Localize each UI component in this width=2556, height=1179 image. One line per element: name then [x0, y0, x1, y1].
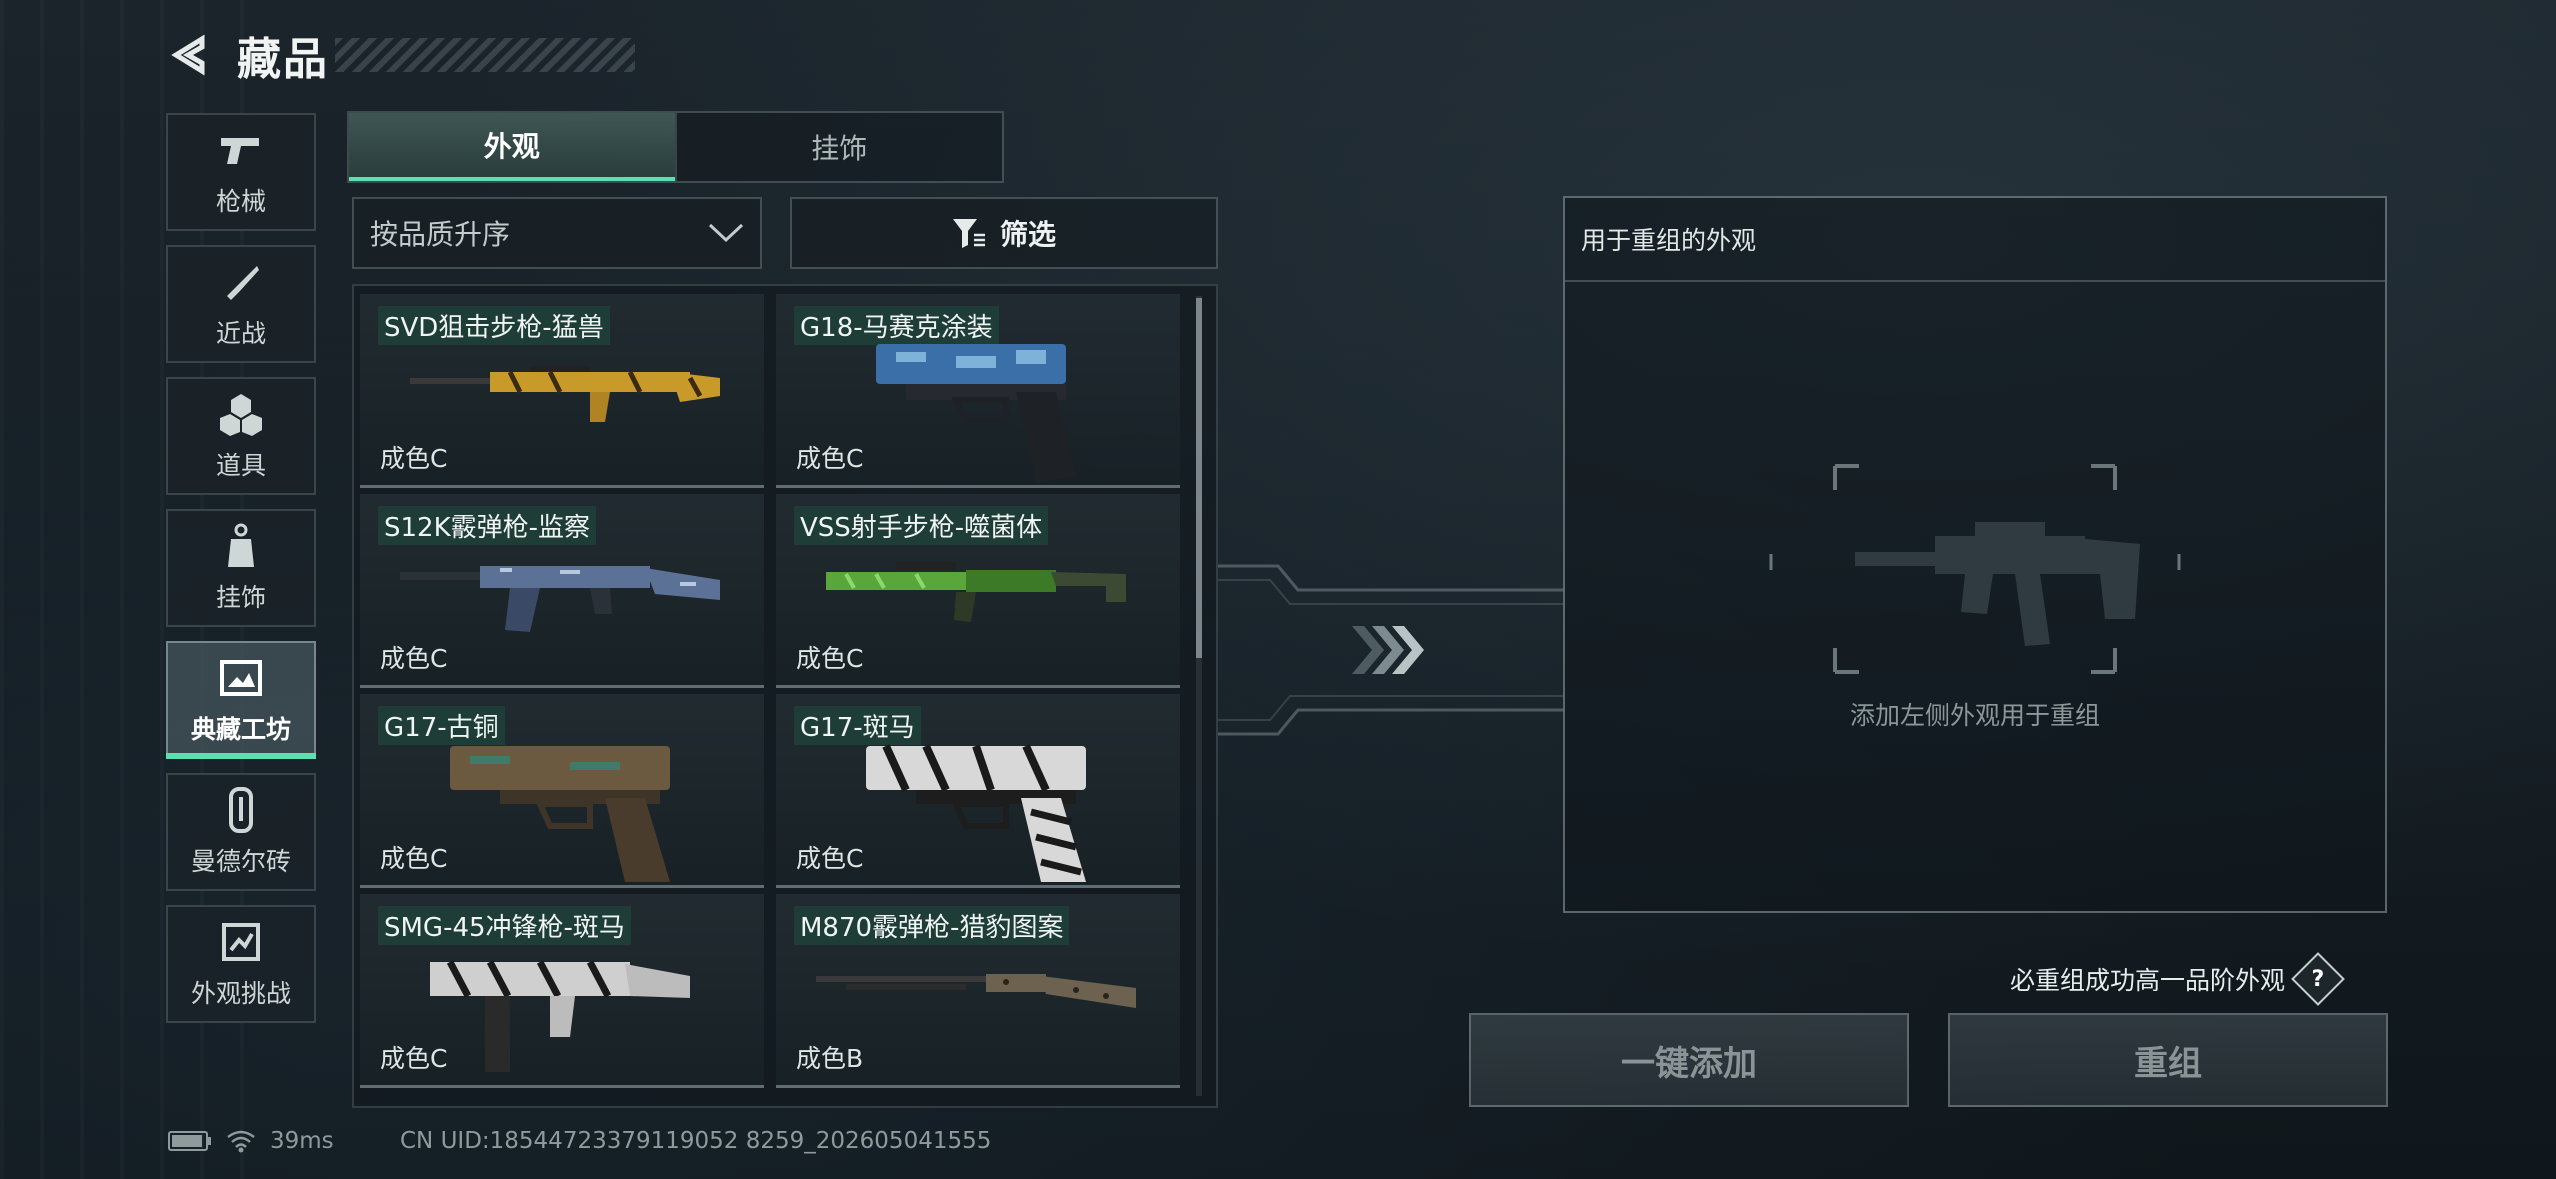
tab-appearance[interactable]: 外观 — [349, 113, 675, 181]
user-uid: CN UID:18544723379119052 8259_2026050415… — [400, 1128, 992, 1154]
reassembly-header: 用于重组的外观 — [1565, 198, 2385, 282]
skin-name: VSS射手步枪-噬菌体 — [794, 506, 1049, 545]
back-arrow-icon — [171, 34, 205, 76]
skin-grade: 成色C — [380, 444, 448, 473]
category-workshop[interactable]: 典藏工坊 — [166, 641, 316, 759]
skin-grade: 成色C — [796, 644, 864, 673]
category-sidebar: 枪械 近战 道具 挂饰 典藏工坊 曼德尔砖 外观挑战 — [166, 113, 316, 1037]
category-label: 道具 — [215, 451, 266, 480]
reassembly-panel: 用于重组的外观 添加左侧外观用于重组 — [1563, 196, 2387, 913]
empty-slot-rifle-icon[interactable] — [1765, 464, 2185, 674]
cubes-icon — [217, 390, 265, 438]
category-mandel-brick[interactable]: 曼德尔砖 — [166, 773, 316, 891]
skin-name: G17-古铜 — [378, 706, 505, 745]
collection-tabs: 外观 挂饰 — [347, 111, 1004, 183]
category-label: 枪械 — [215, 187, 266, 216]
skin-card[interactable]: SVD狙击步枪-猛兽 成色C — [360, 294, 764, 488]
ping-value: 39ms — [270, 1128, 334, 1154]
skin-name: SVD狙击步枪-猛兽 — [378, 306, 610, 345]
reassemble-button[interactable]: 重组 — [1948, 1013, 2388, 1107]
category-label: 外观挑战 — [190, 979, 291, 1008]
page-title: 藏品 — [237, 34, 329, 85]
category-challenge[interactable]: 外观挑战 — [166, 905, 316, 1023]
help-icon[interactable]: ? — [2291, 952, 2345, 1006]
filter-label: 筛选 — [999, 218, 1056, 251]
add-all-button[interactable]: 一键添加 — [1469, 1013, 1909, 1107]
skin-grade: 成色B — [796, 1044, 864, 1073]
guarantee-text: 必重组成功高一品阶外观 — [2010, 966, 2286, 995]
category-charms[interactable]: 挂饰 — [166, 509, 316, 627]
category-label: 挂饰 — [215, 583, 266, 612]
chevron-down-icon — [708, 223, 744, 243]
category-label: 曼德尔砖 — [190, 847, 291, 876]
category-melee[interactable]: 近战 — [166, 245, 316, 363]
wifi-icon — [227, 1130, 255, 1153]
skin-name: S12K霰弹枪-监察 — [378, 506, 597, 545]
skin-card[interactable]: VSS射手步枪-噬菌体 成色C — [776, 494, 1180, 688]
shotgun-image — [400, 566, 720, 632]
shotgun-image — [816, 974, 1136, 1008]
rifle-image — [410, 366, 720, 422]
filter-icon — [952, 219, 985, 248]
skin-name: G17-斑马 — [794, 706, 921, 745]
skin-card[interactable]: G17-古铜 成色C — [360, 694, 764, 888]
skin-card[interactable]: M870霰弹枪-猎豹图案 成色B — [776, 894, 1180, 1088]
skin-card[interactable]: G17-斑马 成色C — [776, 694, 1180, 888]
knife-icon — [217, 258, 265, 306]
skin-card[interactable]: G18-马赛克涂装 成色C — [776, 294, 1180, 488]
skin-grade: 成色C — [380, 644, 448, 673]
skin-grade: 成色C — [380, 1044, 448, 1073]
workshop-icon — [217, 654, 265, 702]
forward-arrows-icon — [1352, 626, 1424, 674]
rifle-image — [826, 562, 1126, 622]
battery-icon — [168, 1131, 211, 1151]
category-items[interactable]: 道具 — [166, 377, 316, 495]
sort-dropdown[interactable]: 按品质升序 — [352, 197, 762, 269]
pistol-icon — [217, 126, 265, 174]
category-label: 近战 — [215, 319, 266, 348]
back-button[interactable] — [165, 30, 215, 80]
charm-icon — [217, 522, 265, 570]
title-decoration — [335, 38, 635, 72]
skin-grade: 成色C — [380, 844, 448, 873]
skin-name: G18-马赛克涂装 — [794, 306, 999, 345]
skin-grade: 成色C — [796, 844, 864, 873]
skin-name: M870霰弹枪-猎豹图案 — [794, 906, 1070, 945]
skin-card[interactable]: SMG-45冲锋枪-斑马 成色C — [360, 894, 764, 1088]
skin-name: SMG-45冲锋枪-斑马 — [378, 906, 631, 945]
skin-grid: SVD狙击步枪-猛兽 成色C G18-马赛克涂装 成色C S12K霰弹枪-监察 … — [360, 294, 1180, 1088]
reassembly-hint: 添加左侧外观用于重组 — [1849, 701, 2100, 730]
filter-button[interactable]: 筛选 — [790, 197, 1218, 269]
scrollbar-thumb[interactable] — [1196, 298, 1202, 658]
challenge-icon — [217, 918, 265, 966]
category-label: 典藏工坊 — [190, 715, 291, 744]
category-guns[interactable]: 枪械 — [166, 113, 316, 231]
skin-card[interactable]: S12K霰弹枪-监察 成色C — [360, 494, 764, 688]
tab-charms[interactable]: 挂饰 — [674, 113, 1002, 181]
status-bar: 39ms — [168, 1128, 334, 1154]
mandel-brick-icon — [217, 786, 265, 834]
page-header: 藏品 — [165, 26, 635, 85]
sort-value: 按品质升序 — [370, 218, 511, 251]
skin-grade: 成色C — [796, 444, 864, 473]
guarantee-note: 必重组成功高一品阶外观 ? — [2010, 952, 2345, 1006]
skin-grid-panel: SVD狙击步枪-猛兽 成色C G18-马赛克涂装 成色C S12K霰弹枪-监察 … — [352, 284, 1218, 1108]
